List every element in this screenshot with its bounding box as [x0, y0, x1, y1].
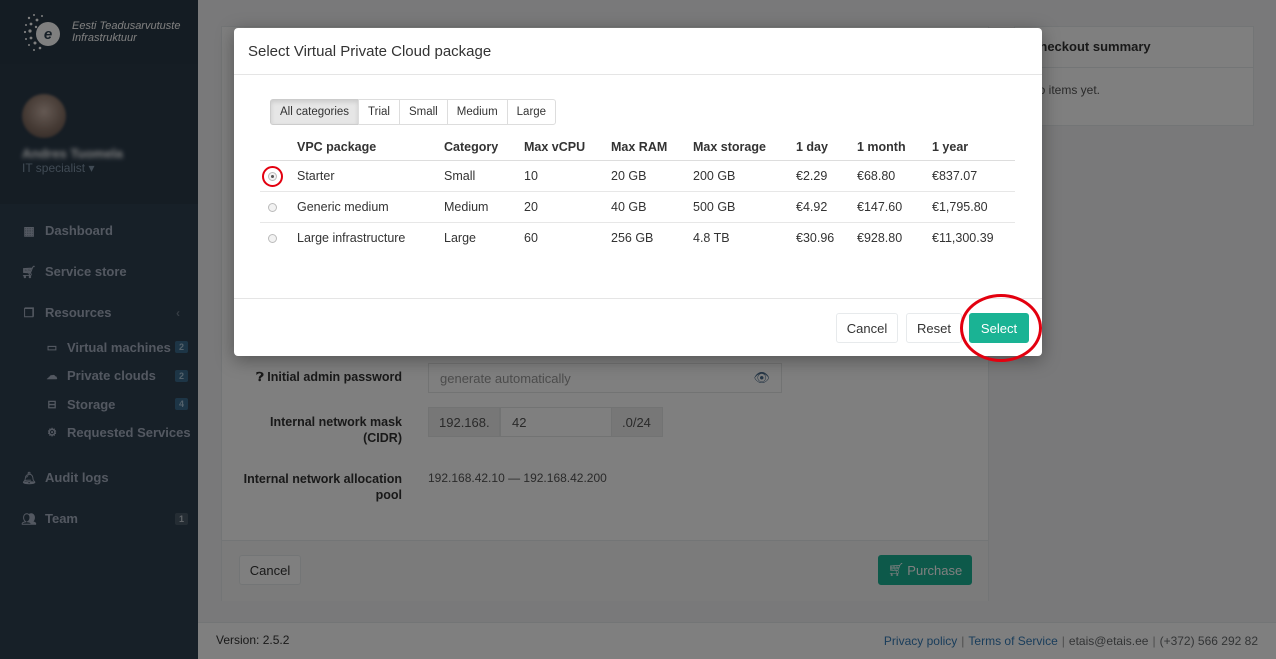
column-header[interactable]: Max vCPU	[524, 134, 611, 161]
modal-reset-button[interactable]: Reset	[906, 313, 962, 343]
table-row[interactable]: Large infrastructure Large 60 256 GB 4.8…	[260, 222, 1015, 253]
table-cell: €4.92	[796, 191, 857, 223]
table-cell: 40 GB	[611, 191, 693, 223]
filter-all-categories[interactable]: All categories	[270, 99, 360, 125]
table-cell: 200 GB	[693, 160, 796, 192]
table-cell: 500 GB	[693, 191, 796, 223]
highlight-circle	[960, 294, 1042, 362]
table-cell: 20 GB	[611, 160, 693, 192]
radio-cell[interactable]	[260, 160, 297, 192]
category-filter-group: All categories Trial Small Medium Large	[270, 99, 557, 125]
column-header[interactable]: 1 day	[796, 134, 857, 161]
table-cell: Medium	[444, 191, 524, 223]
table-cell: Starter	[297, 160, 444, 192]
table-cell: €837.07	[932, 160, 1015, 192]
column-header[interactable]: Max storage	[693, 134, 796, 161]
column-header[interactable]: Category	[444, 134, 524, 161]
table-cell: €11,300.39	[932, 230, 994, 245]
vpc-package-modal: Select Virtual Private Cloud package All…	[234, 28, 1042, 356]
filter-large[interactable]: Large	[506, 99, 557, 125]
table-cell: 60	[524, 230, 538, 245]
table-cell: Small	[444, 160, 524, 192]
column-header[interactable]: 1 year	[932, 134, 1015, 161]
modal-footer: Cancel Reset Select	[234, 298, 1042, 356]
table-cell: 20	[524, 191, 611, 223]
column-header[interactable]: 1 month	[857, 134, 932, 161]
package-radio-generic-medium[interactable]	[268, 202, 277, 212]
table-row[interactable]: Generic medium Medium 20 40 GB 500 GB €4…	[260, 191, 1015, 223]
table-cell: 10	[524, 160, 611, 192]
table-cell: Generic medium	[297, 191, 444, 223]
radio-cell[interactable]	[260, 191, 297, 223]
package-radio-large-infrastructure[interactable]	[268, 233, 277, 243]
radio-cell[interactable]	[260, 222, 297, 253]
column-header[interactable]: Max RAM	[611, 134, 693, 161]
table-header-row: VPC package Category Max vCPU Max RAM Ma…	[260, 134, 1015, 161]
modal-cancel-button[interactable]: Cancel	[836, 313, 898, 343]
table-cell: €928.80	[857, 230, 903, 245]
table-cell: 256 GB	[611, 230, 654, 245]
highlight-circle	[262, 165, 283, 187]
table-cell: €68.80	[857, 160, 932, 192]
modal-title: Select Virtual Private Cloud package	[234, 28, 1042, 75]
table-row[interactable]: Starter Small 10 20 GB 200 GB €2.29 €68.…	[260, 160, 1015, 192]
table-cell: €147.60	[857, 191, 932, 223]
table-cell: Large	[444, 230, 476, 245]
vpc-package-table: VPC package Category Max vCPU Max RAM Ma…	[260, 134, 1015, 253]
table-cell: Large infrastructure	[297, 230, 406, 245]
table-cell: €30.96	[796, 230, 835, 245]
table-cell: €1,795.80	[932, 191, 1015, 223]
table-cell: €2.29	[796, 160, 857, 192]
table-cell: 4.8 TB	[693, 230, 730, 245]
column-header[interactable]: VPC package	[297, 134, 444, 161]
filter-small[interactable]: Small	[398, 99, 448, 125]
filter-medium[interactable]: Medium	[446, 99, 508, 125]
column-header-select	[260, 134, 297, 161]
filter-trial[interactable]: Trial	[358, 99, 400, 125]
